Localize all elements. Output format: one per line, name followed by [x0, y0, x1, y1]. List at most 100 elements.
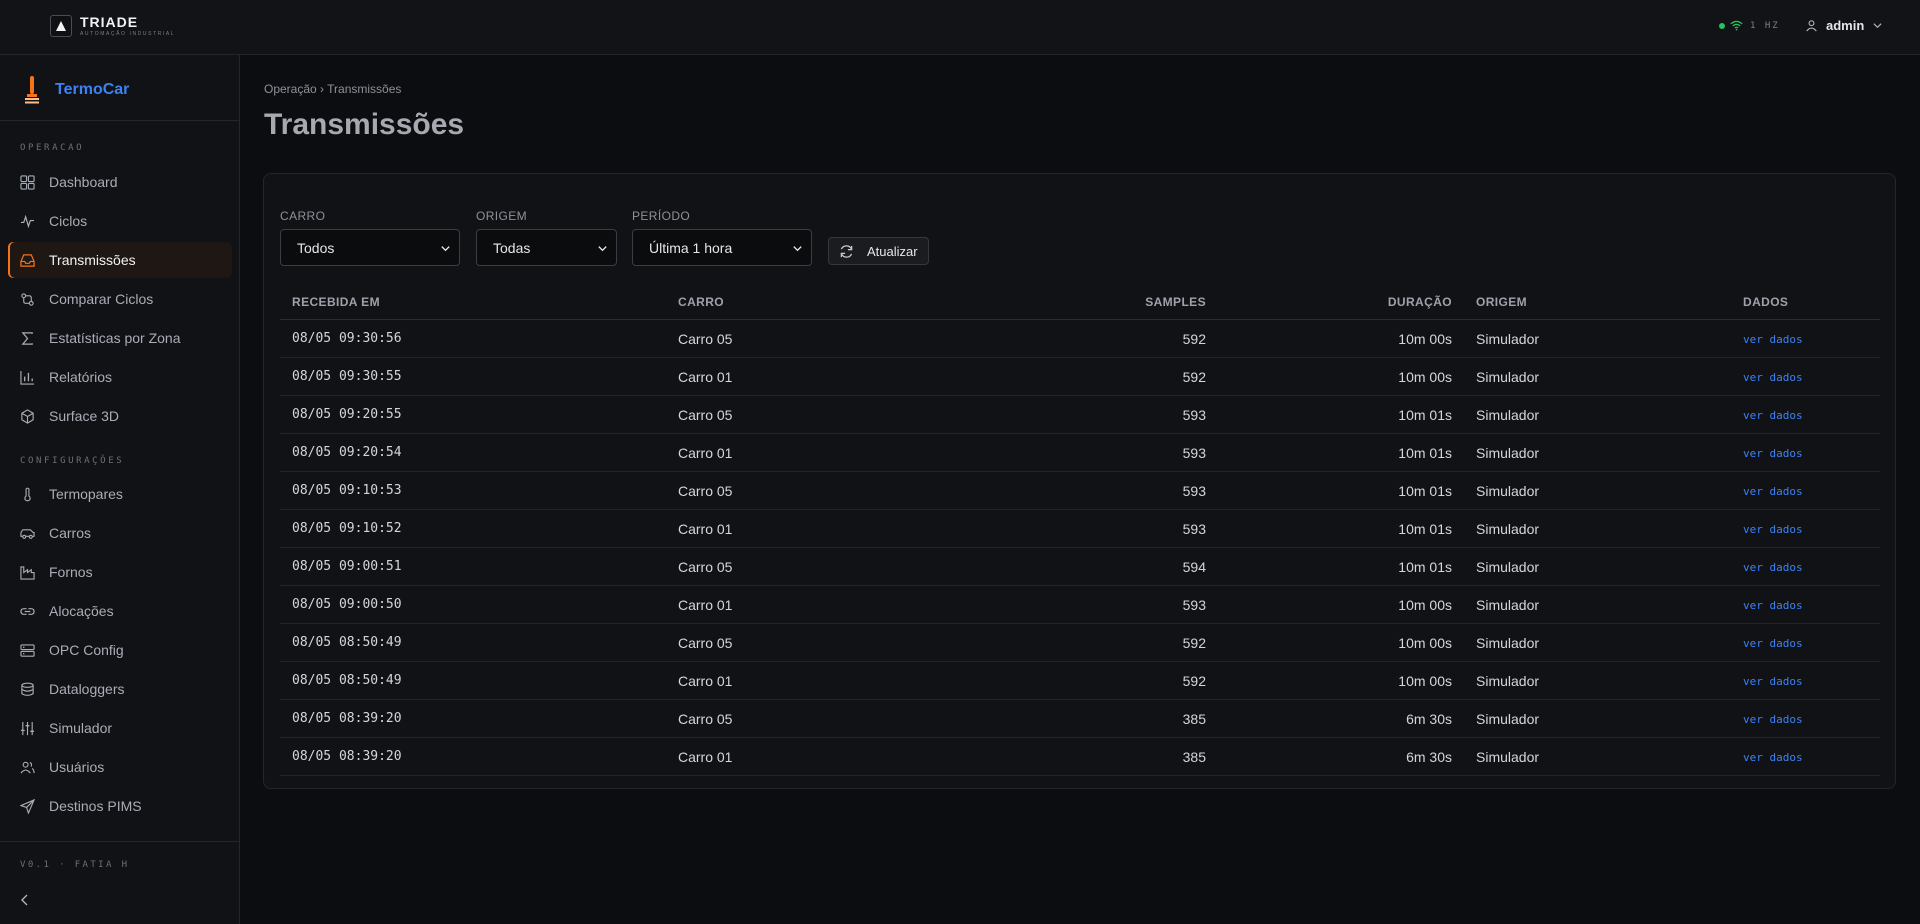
cell-car: Carro 01	[678, 369, 733, 385]
table-row[interactable]: 08/05 09:10:52 Carro 01 593 10m 01s Simu…	[280, 510, 1880, 548]
view-data-link[interactable]: ver dados	[1743, 447, 1803, 460]
table-row[interactable]: 08/05 08:50:49 Carro 01 592 10m 00s Simu…	[280, 662, 1880, 700]
sidebar-item-comparar-ciclos[interactable]: Comparar Ciclos	[8, 281, 232, 317]
header-duracao[interactable]: DURAÇÃO	[1280, 295, 1452, 309]
table-row[interactable]: 08/05 09:20:55 Carro 05 593 10m 01s Simu…	[280, 396, 1880, 434]
view-data-link[interactable]: ver dados	[1743, 561, 1803, 574]
refresh-button-label: Atualizar	[867, 244, 918, 259]
cell-samples: 593	[1182, 445, 1206, 461]
cell-received: 08/05 09:00:51	[292, 559, 402, 574]
sidebar-item-label: OPC Config	[49, 642, 124, 658]
sidebar-item-carros[interactable]: Carros	[8, 515, 232, 551]
filter-origem-select[interactable]: Todas	[476, 229, 617, 266]
transmissions-card: CARRO Todos ORIGEM Todas PERÍODO Última …	[263, 173, 1896, 789]
divider	[0, 841, 239, 842]
sidebar-item-relatorios[interactable]: Relatórios	[8, 359, 232, 395]
cell-received: 08/05 09:00:50	[292, 597, 402, 612]
page-title: Transmissões	[264, 108, 465, 141]
table-row[interactable]: 08/05 09:10:53 Carro 05 593 10m 01s Simu…	[280, 472, 1880, 510]
view-data-link[interactable]: ver dados	[1743, 409, 1803, 422]
cell-car: Carro 05	[678, 331, 733, 347]
cell-origin: Simulador	[1476, 559, 1540, 575]
cell-car: Carro 01	[678, 521, 733, 537]
triangle-logo-icon	[50, 15, 72, 37]
sidebar-item-estatisticas[interactable]: Estatísticas por Zona	[8, 320, 232, 356]
header-carro[interactable]: CARRO	[678, 295, 724, 309]
sidebar-item-simulador[interactable]: Simulador	[8, 710, 232, 746]
cube-icon	[21, 409, 34, 424]
users-icon	[20, 761, 35, 774]
header-origem[interactable]: ORIGEM	[1476, 295, 1527, 309]
view-data-link[interactable]: ver dados	[1743, 713, 1803, 726]
table-row[interactable]: 08/05 09:00:50 Carro 01 593 10m 00s Simu…	[280, 586, 1880, 624]
view-data-link[interactable]: ver dados	[1743, 371, 1803, 384]
sidebar-item-surface-3d[interactable]: Surface 3D	[8, 398, 232, 434]
sidebar-item-ciclos[interactable]: Ciclos	[8, 203, 232, 239]
connection-status: 1 HZ	[1719, 20, 1780, 31]
view-data-link[interactable]: ver dados	[1743, 637, 1803, 650]
app-name: TermoCar	[55, 81, 130, 98]
divider	[0, 120, 239, 121]
sidebar-item-label: Usuários	[49, 759, 105, 775]
filter-periodo-select[interactable]: Última 1 hora	[632, 229, 812, 266]
cell-car: Carro 01	[678, 445, 733, 461]
filter-origem-value: Todas	[493, 239, 531, 256]
wifi-icon	[1730, 20, 1743, 31]
table-row[interactable]: 08/05 08:39:20 Carro 01 385 6m 30s Simul…	[280, 738, 1880, 776]
table-row[interactable]: 08/05 09:20:54 Carro 01 593 10m 01s Simu…	[280, 434, 1880, 472]
table-row[interactable]: 08/05 08:39:20 Carro 05 385 6m 30s Simul…	[280, 700, 1880, 738]
sidebar-item-alocacoes[interactable]: Alocações	[8, 593, 232, 629]
sidebar-item-dashboard[interactable]: Dashboard	[8, 164, 232, 200]
cell-duration: 10m 01s	[1398, 407, 1452, 423]
sidebar-item-transmissoes[interactable]: Transmissões	[8, 242, 232, 278]
header-samples[interactable]: SAMPLES	[1080, 295, 1206, 309]
filter-carro-value: Todos	[297, 239, 335, 256]
sidebar-item-opc-config[interactable]: OPC Config	[8, 632, 232, 668]
send-icon	[20, 799, 35, 814]
view-data-link[interactable]: ver dados	[1743, 485, 1803, 498]
sidebar-item-termopares[interactable]: Termopares	[8, 476, 232, 512]
cell-samples: 592	[1182, 369, 1206, 385]
table-row[interactable]: 08/05 09:30:56 Carro 05 592 10m 00s Simu…	[280, 320, 1880, 358]
sidebar-item-destinos-pims[interactable]: Destinos PIMS	[8, 788, 232, 824]
filter-periodo-value: Última 1 hora	[649, 239, 733, 256]
breadcrumb: Operação › Transmissões	[264, 82, 402, 96]
cell-received: 08/05 08:50:49	[292, 635, 402, 650]
sidebar-item-label: Termopares	[49, 486, 123, 502]
thermometer-icon	[24, 487, 31, 502]
sidebar-item-dataloggers[interactable]: Dataloggers	[8, 671, 232, 707]
brand-name: TRIADE	[80, 14, 139, 30]
cell-received: 08/05 09:20:54	[292, 445, 402, 460]
cell-origin: Simulador	[1476, 483, 1540, 499]
database-icon	[21, 682, 34, 696]
refresh-button[interactable]: Atualizar	[828, 237, 929, 265]
chevron-down-icon	[1873, 23, 1882, 29]
table-row[interactable]: 08/05 08:50:49 Carro 05 592 10m 00s Simu…	[280, 624, 1880, 662]
header-recebida-em[interactable]: RECEBIDA EM	[292, 295, 380, 309]
cell-received: 08/05 08:39:20	[292, 711, 402, 726]
view-data-link[interactable]: ver dados	[1743, 751, 1803, 764]
brand-logo[interactable]: TRIADE AUTOMAÇÃO INDUSTRIAL	[50, 15, 175, 37]
transmissions-table: RECEBIDA EM CARRO SAMPLES DURAÇÃO ORIGEM…	[280, 284, 1880, 776]
view-data-link[interactable]: ver dados	[1743, 523, 1803, 536]
user-menu[interactable]: admin	[1805, 18, 1883, 33]
view-data-link[interactable]: ver dados	[1743, 333, 1803, 346]
cell-received: 08/05 08:39:20	[292, 749, 402, 764]
sidebar-item-fornos[interactable]: Fornos	[8, 554, 232, 590]
filter-carro-select[interactable]: Todos	[280, 229, 460, 266]
cell-origin: Simulador	[1476, 331, 1540, 347]
table-row[interactable]: 08/05 09:00:51 Carro 05 594 10m 01s Simu…	[280, 548, 1880, 586]
table-row[interactable]: 08/05 09:30:55 Carro 01 592 10m 00s Simu…	[280, 358, 1880, 396]
chevron-left-icon[interactable]	[18, 893, 32, 907]
sidebar-item-label: Transmissões	[49, 252, 136, 268]
inbox-icon	[20, 254, 35, 267]
sidebar-item-usuarios[interactable]: Usuários	[8, 749, 232, 785]
view-data-link[interactable]: ver dados	[1743, 675, 1803, 688]
cell-samples: 593	[1182, 521, 1206, 537]
cell-car: Carro 05	[678, 711, 733, 727]
app-header[interactable]: TermoCar	[24, 75, 129, 105]
bar-chart-icon	[20, 370, 35, 385]
filter-periodo-label: PERÍODO	[632, 209, 691, 223]
view-data-link[interactable]: ver dados	[1743, 599, 1803, 612]
cell-duration: 10m 00s	[1398, 369, 1452, 385]
